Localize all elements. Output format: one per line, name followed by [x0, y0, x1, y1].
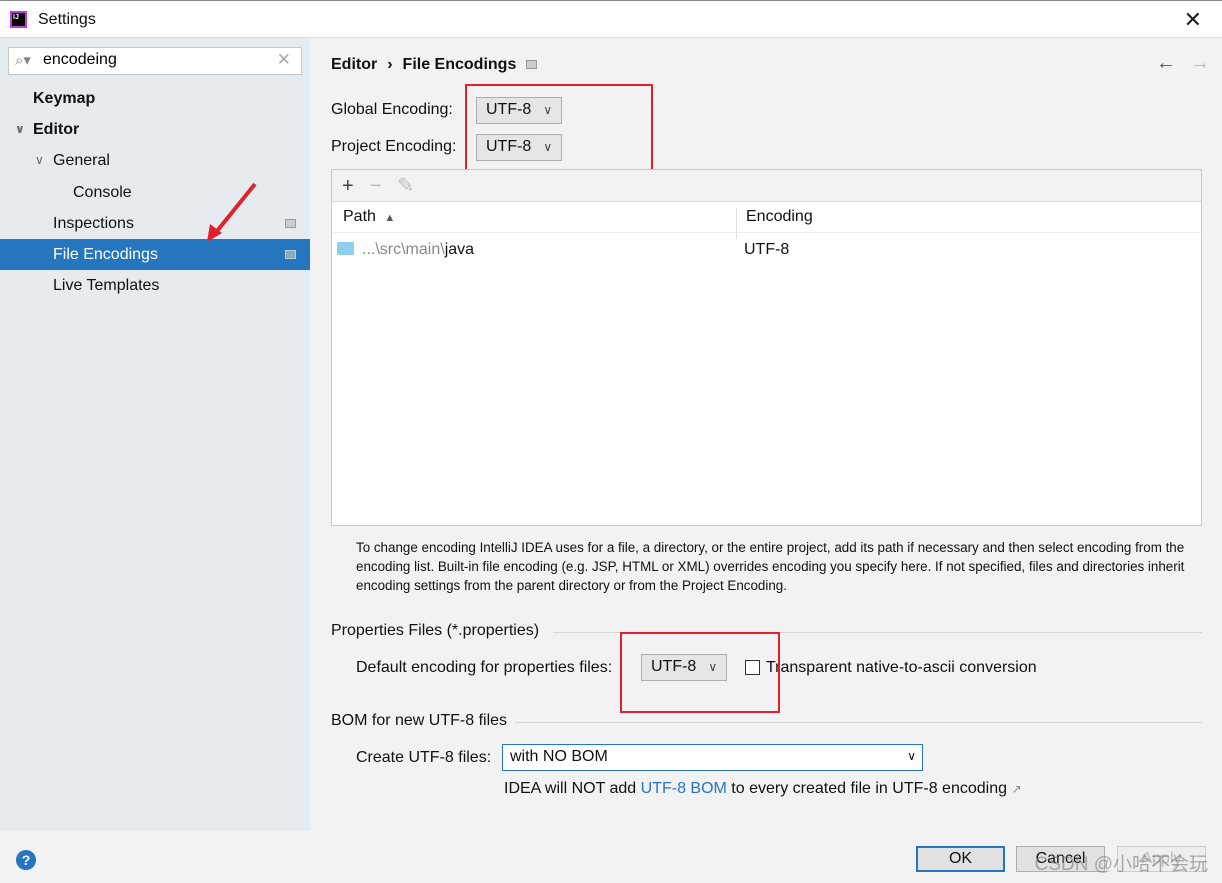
- bom-section: BOM for new UTF-8 files: [331, 712, 1202, 730]
- sidebar-item-keymap[interactable]: Keymap: [0, 83, 310, 114]
- section-title: Properties Files (*.properties): [331, 622, 540, 639]
- dropdown-value: with NO BOM: [510, 748, 608, 765]
- section-title: BOM for new UTF-8 files: [331, 712, 508, 729]
- add-icon[interactable]: +: [342, 175, 354, 197]
- search-input[interactable]: [43, 51, 273, 69]
- table-row[interactable]: ...\src\main\java UTF-8: [332, 233, 1201, 267]
- chevron-down-icon[interactable]: ∨: [35, 145, 44, 176]
- project-scope-icon: [526, 60, 538, 70]
- window-title: Settings: [38, 11, 96, 28]
- search-box[interactable]: ⌕▾ ✕: [8, 47, 302, 75]
- item-label: Console: [73, 184, 132, 201]
- utf8-bom-link[interactable]: UTF-8 BOM: [641, 780, 727, 797]
- close-button[interactable]: ✕: [1184, 7, 1202, 33]
- global-encoding-label: Global Encoding:: [331, 101, 453, 118]
- intellij-logo-icon: IJ: [10, 11, 27, 28]
- sidebar-item-editor[interactable]: ∨ Editor: [0, 114, 310, 145]
- project-scope-icon: [285, 250, 296, 259]
- navigation: ← →: [1142, 52, 1210, 75]
- native-to-ascii-label[interactable]: Transparent native-to-ascii conversion: [766, 659, 1037, 677]
- column-header-encoding[interactable]: Encoding: [746, 208, 813, 226]
- external-link-icon[interactable]: ↗: [1011, 782, 1021, 796]
- project-encoding-label: Project Encoding:: [331, 138, 457, 155]
- ok-button[interactable]: OK: [916, 846, 1005, 872]
- sidebar: ⌕▾ ✕ Keymap ∨ Editor ∨ General Console Ins…: [0, 38, 310, 831]
- sidebar-item-file-encodings[interactable]: File Encodings: [0, 239, 310, 270]
- help-button[interactable]: ?: [16, 850, 36, 870]
- item-label: Keymap: [33, 90, 96, 107]
- sidebar-item-live-templates[interactable]: Live Templates: [0, 270, 310, 301]
- item-label: Inspections: [53, 215, 134, 232]
- bom-note: IDEA will NOT add UTF-8 BOM to every cre…: [504, 780, 1022, 797]
- project-scope-icon: [285, 219, 296, 228]
- footer: ? OK Cancel Apply CSDN @小哈不会玩: [0, 831, 1222, 883]
- breadcrumb: Editor › File Encodings: [331, 56, 547, 74]
- search-icon: ⌕▾: [15, 52, 31, 69]
- table-toolbar: + − ✎: [332, 170, 1201, 202]
- item-label: File Encodings: [53, 246, 158, 263]
- create-utf8-label: Create UTF-8 files:: [356, 749, 492, 766]
- title-bar: IJ Settings ✕: [0, 0, 1222, 38]
- item-label: Live Templates: [53, 277, 160, 294]
- breadcrumb-separator: ›: [387, 56, 393, 73]
- folder-icon: [337, 242, 354, 255]
- path-name: java: [444, 241, 475, 258]
- column-header-path[interactable]: Path ▲: [343, 208, 395, 226]
- sort-ascending-icon: ▲: [384, 212, 396, 224]
- chevron-down-icon[interactable]: ∨: [15, 114, 25, 145]
- breadcrumb-editor[interactable]: Editor: [331, 56, 377, 73]
- annotation-arrow: [207, 182, 257, 242]
- back-button[interactable]: ←: [1156, 52, 1176, 74]
- highlight-box: [620, 632, 780, 713]
- table-header: Path ▲ Encoding: [332, 202, 1201, 239]
- highlight-box: [465, 84, 653, 182]
- bom-dropdown[interactable]: with NO BOM ∨: [502, 744, 923, 771]
- remove-icon[interactable]: −: [370, 175, 382, 197]
- chevron-down-icon: ∨: [907, 749, 916, 763]
- sidebar-item-general[interactable]: ∨ General: [0, 145, 310, 176]
- description-text: To change encoding IntelliJ IDEA uses fo…: [356, 540, 1185, 593]
- item-label: General: [53, 152, 110, 169]
- path-encoding-table: + − ✎ Path ▲ Encoding ...\src\main\java UT…: [331, 169, 1202, 526]
- item-label: Editor: [33, 121, 80, 138]
- forward-button[interactable]: →: [1190, 52, 1210, 74]
- main-panel: Editor › File Encodings ← → Global Encoding…: [310, 38, 1222, 831]
- properties-encoding-label: Default encoding for properties files:: [356, 659, 613, 676]
- row-encoding[interactable]: UTF-8: [744, 241, 789, 259]
- path-prefix: ...\src\main\: [362, 241, 445, 258]
- clear-search-icon[interactable]: ✕: [277, 50, 291, 70]
- watermark: CSDN @小哈不会玩: [1034, 854, 1208, 875]
- breadcrumb-file-encodings: File Encodings: [402, 56, 517, 73]
- edit-icon[interactable]: ✎: [397, 175, 414, 197]
